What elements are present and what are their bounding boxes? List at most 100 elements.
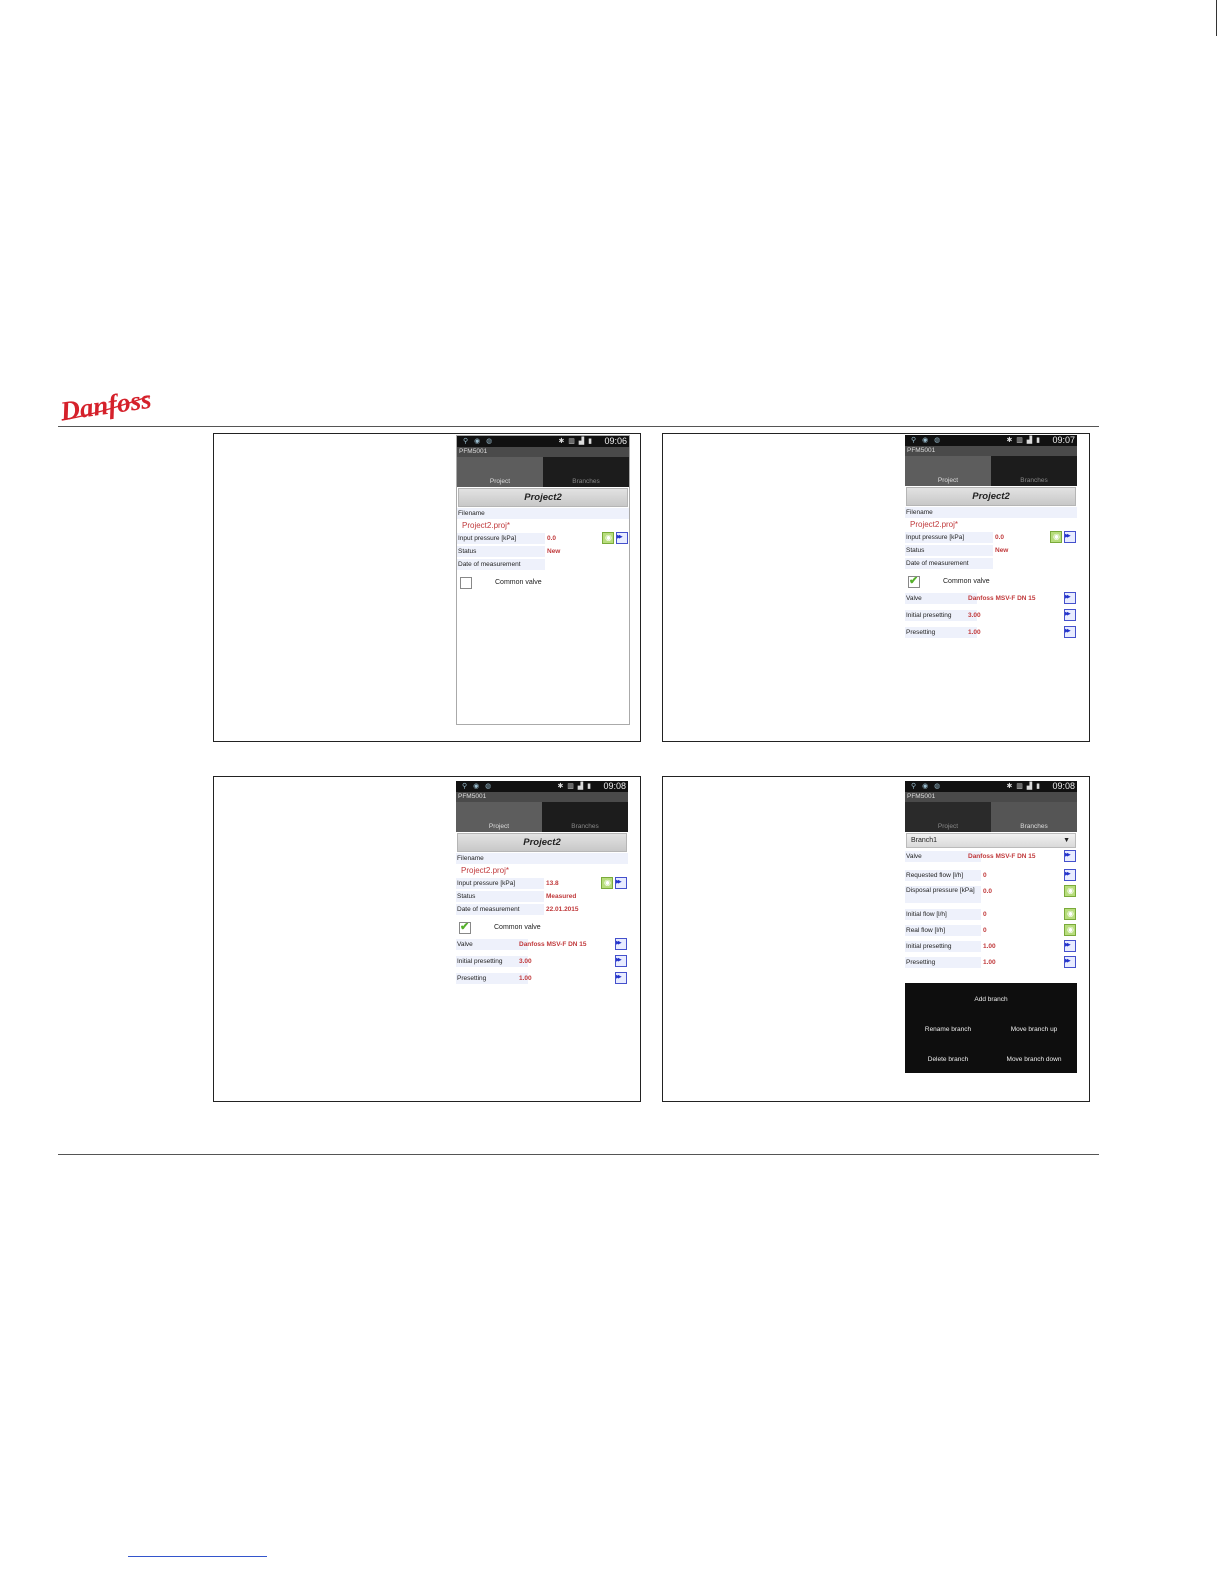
danfoss-logo: Danfoss	[58, 384, 153, 426]
branch-presetting-label: Presetting	[905, 957, 981, 968]
move-branch-down-item[interactable]: Move branch down	[991, 1056, 1077, 1063]
input-pressure-label: Input pressure [kPa]	[457, 533, 545, 544]
presetting-row: Presetting 1.00	[905, 626, 1077, 643]
valve-row: Valve Danfoss MSV-F DN 15	[456, 938, 628, 955]
tab-project[interactable]: Project	[457, 457, 543, 487]
real-flow-label: Real flow [l/h]	[905, 925, 981, 936]
status-row: Status Measured	[456, 890, 628, 903]
forward-icon[interactable]	[1064, 531, 1076, 543]
measure-icon[interactable]	[1064, 885, 1076, 897]
branch-presetting-row: Presetting 1.00	[905, 956, 1077, 972]
system-icons: ✱ ▥ ▟ ▮	[1006, 437, 1041, 444]
status-bar: ⚲ ◉ ◍ ✱ ▥ ▟ ▮ 09:08	[456, 781, 628, 792]
forward-icon[interactable]	[615, 877, 627, 889]
common-valve-label: Common valve	[495, 579, 542, 586]
forward-icon[interactable]	[616, 532, 628, 544]
initial-presetting-value: 3.00	[968, 612, 981, 619]
date-row: Date of measurement 22.01.2015	[456, 903, 628, 916]
tab-bar: Project Branches	[905, 456, 1077, 486]
disposal-pressure-label: Disposal pressure [kPa]	[905, 886, 981, 903]
branch-valve-value: Danfoss MSV-F DN 15	[968, 853, 1036, 860]
forward-icon[interactable]	[615, 955, 627, 967]
measure-icon[interactable]	[601, 877, 613, 889]
status-value: New	[547, 548, 561, 555]
presetting-label: Presetting	[456, 973, 528, 984]
presetting-label: Presetting	[905, 627, 977, 638]
notification-icons: ⚲ ◉ ◍	[463, 438, 495, 445]
branch-valve-row: Valve Danfoss MSV-F DN 15	[905, 850, 1077, 869]
status-time: 09:08	[603, 781, 626, 791]
status-row: Status New	[457, 545, 629, 558]
forward-icon[interactable]	[615, 972, 627, 984]
measure-icon[interactable]	[1050, 531, 1062, 543]
tab-branches[interactable]: Branches	[542, 802, 628, 832]
status-row: Status New	[905, 544, 1077, 557]
screenshot-frame-3: ⚲ ◉ ◍ ✱ ▥ ▟ ▮ 09:08 PFM5001 Project Bran…	[213, 776, 641, 1102]
forward-icon[interactable]	[1064, 956, 1076, 968]
common-valve-checkbox[interactable]: ✔	[908, 575, 920, 588]
tab-branches[interactable]: Branches	[991, 802, 1077, 832]
tab-bar: Project Branches	[905, 802, 1077, 832]
footer-link-underline	[128, 1556, 267, 1557]
initial-presetting-row: Initial presetting 3.00	[456, 955, 628, 972]
common-valve-label: Common valve	[943, 578, 990, 585]
footer-rule	[58, 1154, 1099, 1155]
phone-screen-project-measured: ⚲ ◉ ◍ ✱ ▥ ▟ ▮ 09:08 PFM5001 Project Bran…	[456, 781, 628, 1077]
checkmark-icon: ✔	[460, 921, 470, 933]
initial-presetting-value: 3.00	[519, 958, 532, 965]
initial-flow-value: 0	[983, 911, 987, 918]
status-label: Status	[905, 545, 993, 556]
measure-icon[interactable]	[1064, 924, 1076, 936]
presetting-value: 1.00	[519, 975, 532, 982]
app-title: PFM5001	[905, 792, 1077, 802]
input-pressure-row: Input pressure [kPa] 0.0	[905, 531, 1077, 544]
tab-project[interactable]: Project	[905, 456, 991, 486]
screenshot-frame-4: ⚲ ◉ ◍ ✱ ▥ ▟ ▮ 09:08 PFM5001 Project Bran…	[662, 776, 1090, 1102]
add-branch-item[interactable]: Add branch	[905, 996, 1077, 1003]
forward-icon[interactable]	[1064, 626, 1076, 638]
phone-screen-project-common-valve: ⚲ ◉ ◍ ✱ ▥ ▟ ▮ 09:07 PFM5001 Project Bran…	[905, 435, 1077, 730]
common-valve-checkbox[interactable]	[460, 577, 472, 589]
tab-branches[interactable]: Branches	[543, 457, 629, 487]
initial-flow-row: Initial flow [l/h] 0	[905, 908, 1077, 924]
branch-select-value: Branch1	[911, 837, 938, 844]
delete-branch-item[interactable]: Delete branch	[905, 1056, 991, 1063]
filename-value: Project2.proj*	[461, 866, 510, 875]
measure-icon[interactable]	[1064, 908, 1076, 920]
input-pressure-value: 0.0	[995, 534, 1005, 541]
valve-value: Danfoss MSV-F DN 15	[968, 595, 1036, 602]
filename-value: Project2.proj*	[910, 520, 959, 529]
valve-label: Valve	[905, 593, 977, 604]
phone-screen-project-new: ⚲ ◉ ◍ ✱ ▥ ▟ ▮ 09:06 PFM5001 Project Bran…	[456, 435, 630, 725]
forward-icon[interactable]	[615, 938, 627, 950]
common-valve-row: ✔ Common valve	[456, 920, 628, 938]
tab-branches[interactable]: Branches	[991, 456, 1077, 486]
forward-icon[interactable]	[1064, 592, 1076, 604]
initial-presetting-label: Initial presetting	[905, 610, 977, 621]
forward-icon[interactable]	[1064, 940, 1076, 952]
forward-icon[interactable]	[1064, 609, 1076, 621]
tab-bar: Project Branches	[457, 457, 629, 487]
forward-icon[interactable]	[1064, 850, 1076, 862]
disposal-pressure-value: 0.0	[983, 888, 993, 895]
common-valve-row: ✔ Common valve	[905, 574, 1077, 592]
common-valve-label: Common valve	[494, 924, 541, 931]
tab-project[interactable]: Project	[905, 802, 991, 832]
requested-flow-label: Requested flow [l/h]	[905, 870, 981, 881]
notification-icons: ⚲ ◉ ◍	[462, 783, 494, 790]
rename-branch-item[interactable]: Rename branch	[905, 1026, 991, 1033]
input-pressure-row: Input pressure [kPa] 0.0	[457, 532, 629, 545]
filename-label: Filename	[456, 853, 628, 864]
branch-select[interactable]: Branch1 ▼	[906, 833, 1076, 848]
tab-project[interactable]: Project	[456, 802, 542, 832]
page-edge-rule	[1216, 0, 1217, 36]
initial-flow-label: Initial flow [l/h]	[905, 909, 981, 920]
common-valve-checkbox[interactable]: ✔	[459, 921, 471, 934]
move-branch-up-item[interactable]: Move branch up	[991, 1026, 1077, 1033]
date-label: Date of measurement	[456, 904, 544, 915]
forward-icon[interactable]	[1064, 869, 1076, 881]
common-valve-row: Common valve	[457, 575, 629, 593]
tab-bar: Project Branches	[456, 802, 628, 832]
branch-initial-presetting-row: Initial presetting 1.00	[905, 940, 1077, 956]
measure-icon[interactable]	[602, 532, 614, 544]
